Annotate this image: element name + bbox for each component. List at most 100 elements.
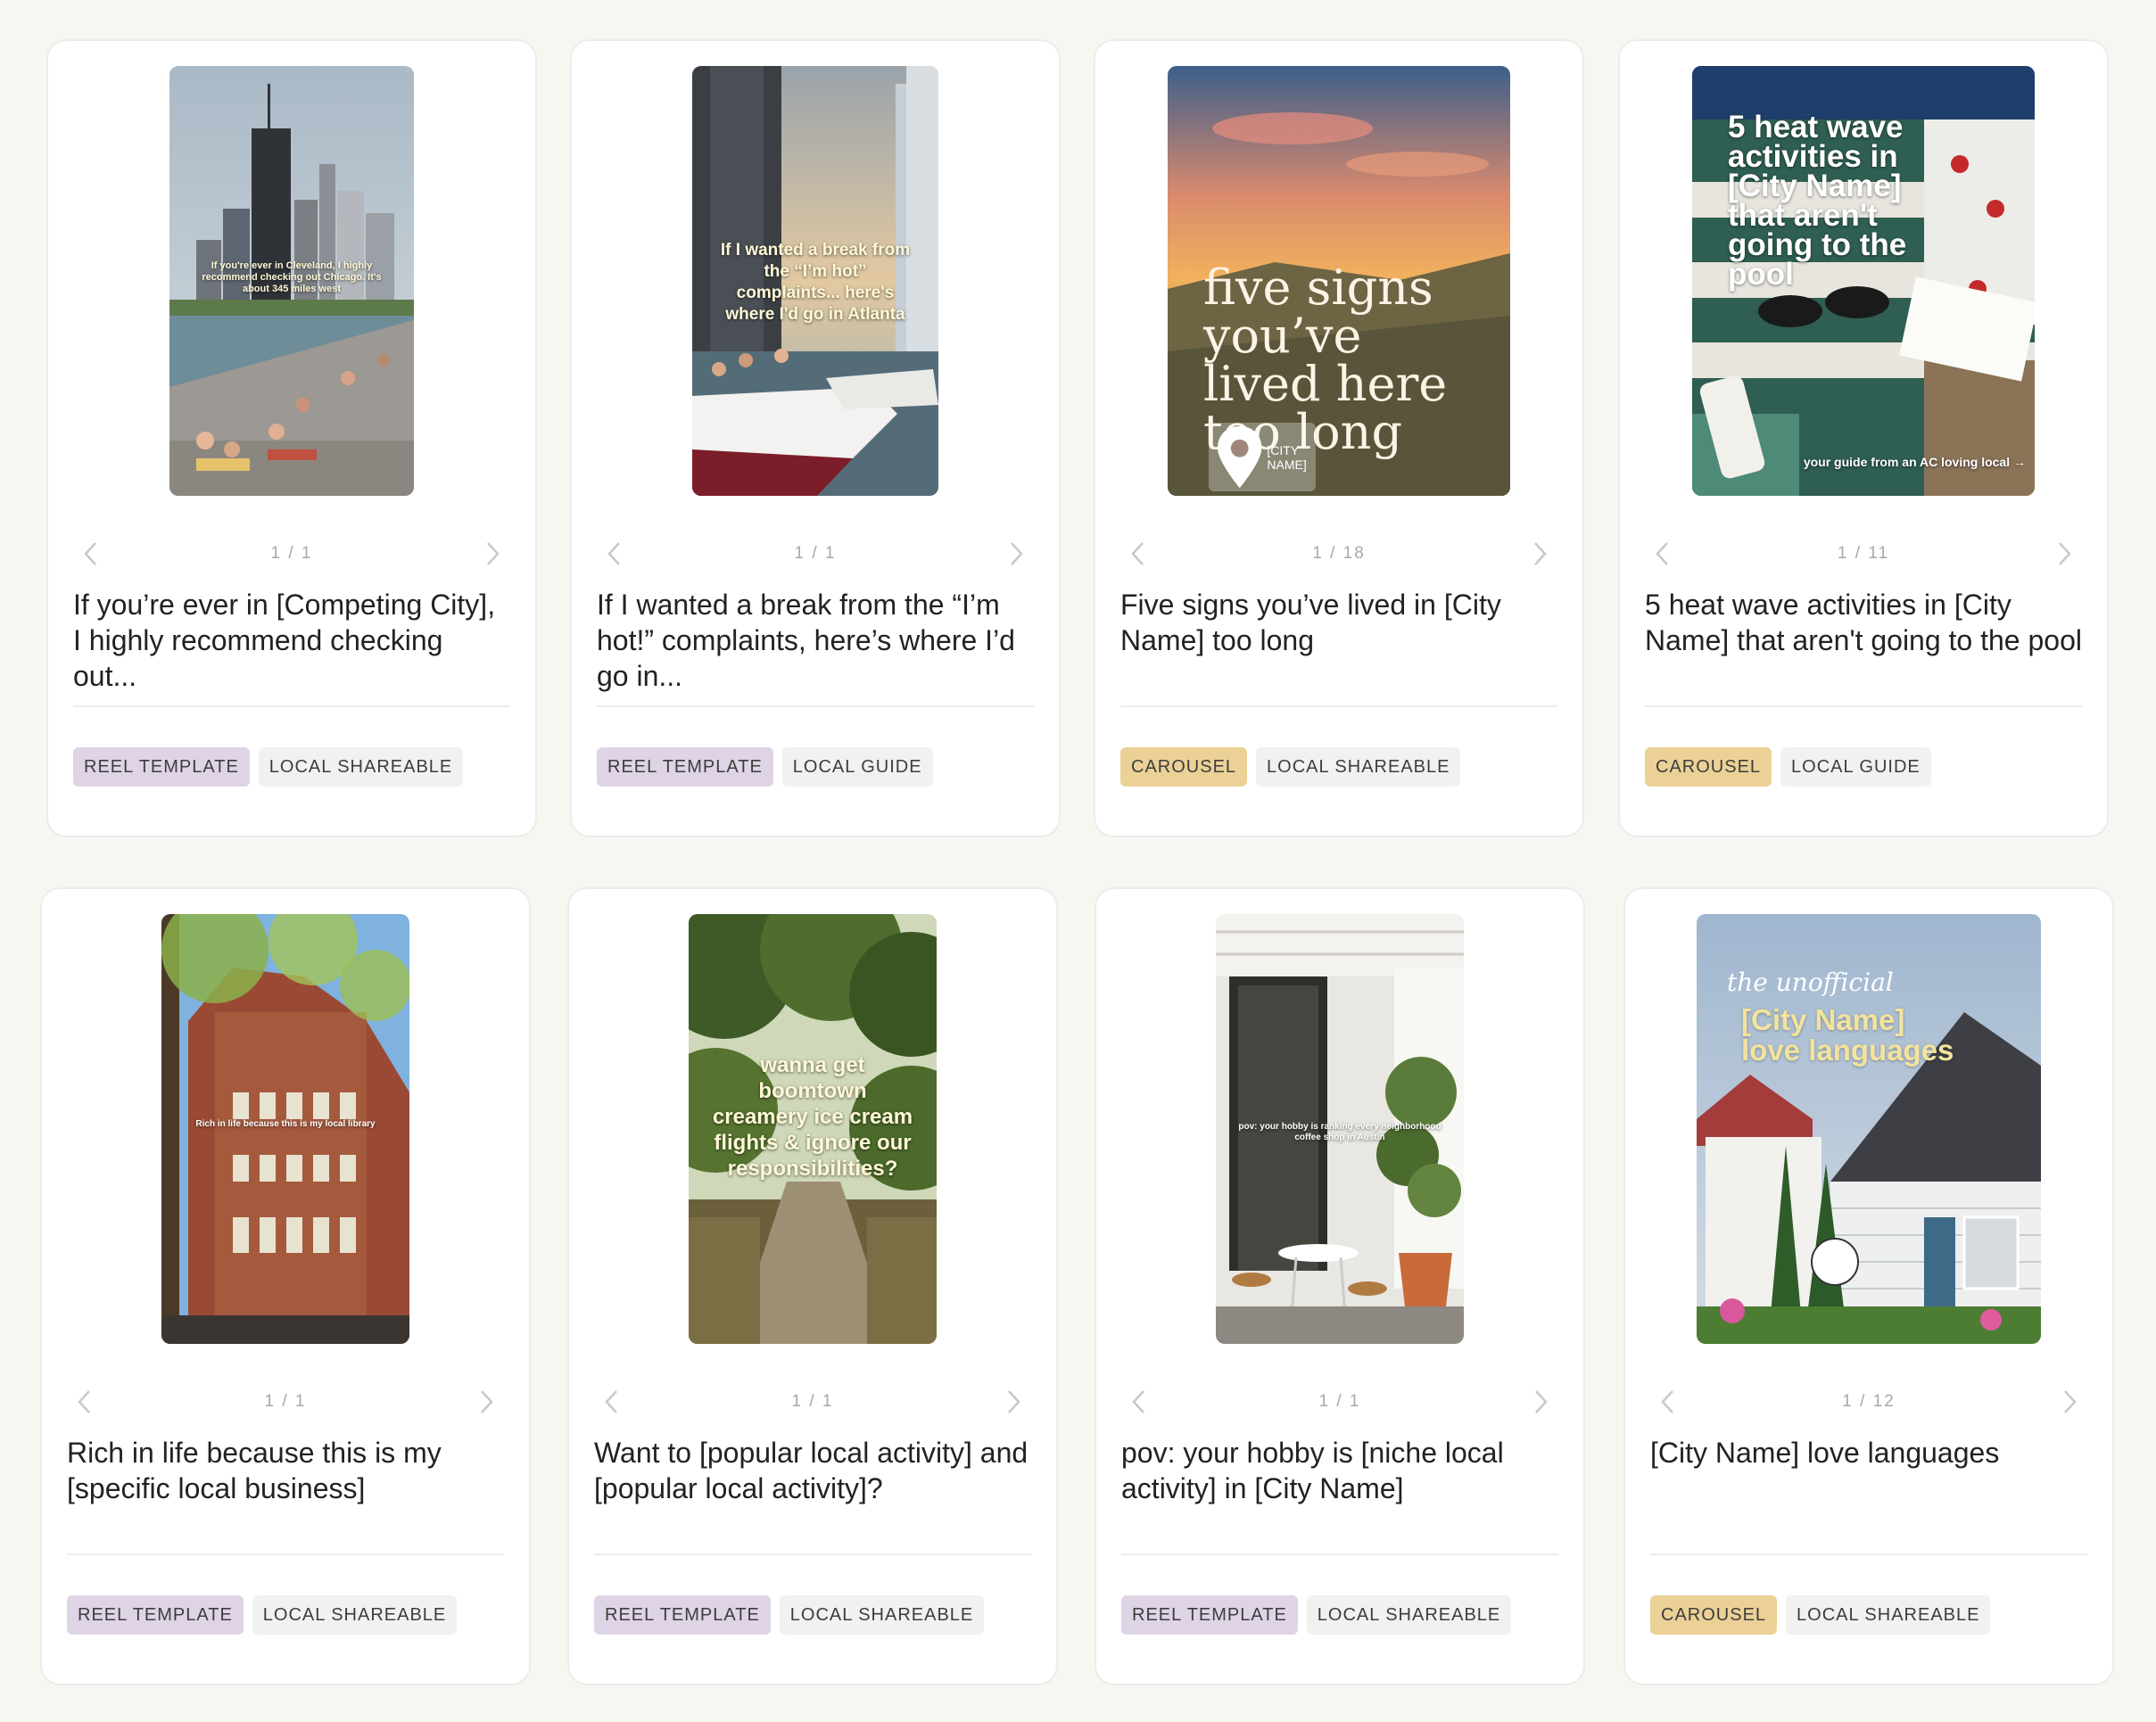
divider bbox=[67, 1553, 504, 1555]
chevron-right-icon[interactable] bbox=[475, 536, 510, 572]
category-tag[interactable]: LOCAL GUIDE bbox=[781, 747, 933, 787]
tag-list: REEL TEMPLATE LOCAL SHAREABLE bbox=[67, 1595, 458, 1635]
page-indicator: 1 / 1 bbox=[264, 1392, 307, 1411]
type-tag[interactable]: REEL TEMPLATE bbox=[597, 747, 773, 787]
card-title[interactable]: 5 heat wave activities in [City Name] th… bbox=[1645, 587, 2082, 658]
chevron-right-icon[interactable] bbox=[468, 1384, 504, 1420]
card-title[interactable]: Want to [popular local activity] and [po… bbox=[594, 1435, 1031, 1506]
chevron-left-icon[interactable] bbox=[73, 536, 109, 572]
overlay-caption: pov: your hobby is ranking every neighbo… bbox=[1238, 1122, 1441, 1142]
card-title[interactable]: If you’re ever in [Competing City], I hi… bbox=[73, 587, 510, 694]
tag-list: CAROUSEL LOCAL SHAREABLE bbox=[1120, 747, 1461, 787]
chevron-left-icon[interactable] bbox=[1121, 1384, 1157, 1420]
category-tag[interactable]: LOCAL SHAREABLE bbox=[1306, 1595, 1512, 1635]
carousel-pager: 1 / 1 bbox=[569, 1384, 1056, 1420]
type-tag[interactable]: CAROUSEL bbox=[1645, 747, 1772, 787]
chevron-left-icon[interactable] bbox=[594, 1384, 630, 1420]
chevron-left-icon[interactable] bbox=[1650, 1384, 1686, 1420]
type-tag[interactable]: CAROUSEL bbox=[1120, 747, 1248, 787]
chevron-right-icon[interactable] bbox=[1523, 1384, 1558, 1420]
template-preview-image[interactable]: If you're ever in Cleveland, I highly re… bbox=[169, 66, 414, 496]
tag-list: CAROUSEL LOCAL GUIDE bbox=[1645, 747, 1931, 787]
category-tag[interactable]: LOCAL SHAREABLE bbox=[779, 1595, 985, 1635]
card-title[interactable]: pov: your hobby is [niche local activity… bbox=[1121, 1435, 1558, 1506]
category-tag[interactable]: LOCAL GUIDE bbox=[1780, 747, 1931, 787]
template-card[interactable]: Rich in life because this is my local li… bbox=[40, 887, 531, 1685]
page-indicator: 1 / 1 bbox=[794, 544, 837, 563]
page-indicator: 1 / 1 bbox=[270, 544, 313, 563]
page-indicator: 1 / 1 bbox=[1318, 1392, 1361, 1411]
divider bbox=[1650, 1553, 2087, 1555]
overlay-caption: If I wanted a break from the “I’m hot” c… bbox=[720, 241, 911, 324]
template-card[interactable]: five signs you’ve lived here too long [C… bbox=[1094, 39, 1584, 837]
template-preview-image[interactable]: Rich in life because this is my local li… bbox=[161, 914, 409, 1344]
template-card[interactable]: pov: your hobby is ranking every neighbo… bbox=[1095, 887, 1585, 1685]
template-card[interactable]: wanna get boomtown creamery ice cream fl… bbox=[567, 887, 1058, 1685]
card-title[interactable]: If I wanted a break from the “I’m hot!” … bbox=[597, 587, 1034, 694]
type-tag[interactable]: REEL TEMPLATE bbox=[73, 747, 250, 787]
overlay-caption: Rich in life because this is my local li… bbox=[195, 1119, 376, 1129]
location-pin-icon bbox=[1218, 426, 1262, 489]
tag-list: REEL TEMPLATE LOCAL SHAREABLE bbox=[73, 747, 464, 787]
page-indicator: 1 / 1 bbox=[791, 1392, 834, 1411]
location-chip: [CITY NAME] bbox=[1209, 423, 1316, 492]
template-preview-image[interactable]: five signs you’ve lived here too long [C… bbox=[1168, 66, 1510, 496]
carousel-pager: 1 / 11 bbox=[1620, 536, 2107, 572]
chevron-right-icon[interactable] bbox=[998, 536, 1034, 572]
overlay-script: the unofficial bbox=[1727, 968, 1894, 997]
template-preview-image[interactable]: wanna get boomtown creamery ice cream fl… bbox=[689, 914, 937, 1344]
overlay-headline: [City Name] love languages bbox=[1741, 1003, 1954, 1067]
chevron-left-icon[interactable] bbox=[67, 1384, 103, 1420]
chevron-left-icon[interactable] bbox=[1120, 536, 1156, 572]
page-indicator: 1 / 12 bbox=[1842, 1392, 1896, 1411]
template-card[interactable]: If I wanted a break from the “I’m hot” c… bbox=[570, 39, 1061, 837]
carousel-pager: 1 / 12 bbox=[1625, 1384, 2112, 1420]
type-tag[interactable]: REEL TEMPLATE bbox=[594, 1595, 771, 1635]
divider bbox=[1120, 705, 1557, 707]
chevron-left-icon[interactable] bbox=[597, 536, 632, 572]
divider bbox=[597, 705, 1034, 707]
chevron-right-icon[interactable] bbox=[2052, 1384, 2087, 1420]
chevron-right-icon[interactable] bbox=[2046, 536, 2082, 572]
category-tag[interactable]: LOCAL SHAREABLE bbox=[1256, 747, 1461, 787]
carousel-pager: 1 / 1 bbox=[48, 536, 535, 572]
chevron-left-icon[interactable] bbox=[1645, 536, 1681, 572]
divider bbox=[1645, 705, 2082, 707]
category-tag[interactable]: LOCAL SHAREABLE bbox=[252, 1595, 458, 1635]
carousel-pager: 1 / 1 bbox=[42, 1384, 529, 1420]
card-title[interactable]: Rich in life because this is my [specifi… bbox=[67, 1435, 504, 1506]
template-preview-image[interactable]: If I wanted a break from the “I’m hot” c… bbox=[692, 66, 938, 496]
category-tag[interactable]: LOCAL SHAREABLE bbox=[258, 747, 464, 787]
template-card[interactable]: the unofficial [City Name] love language… bbox=[1623, 887, 2114, 1685]
page-indicator: 1 / 11 bbox=[1837, 544, 1890, 563]
overlay-caption: wanna get boomtown creamery ice cream fl… bbox=[712, 1053, 913, 1181]
template-preview-image[interactable]: 5 heat wave activities in [City Name] th… bbox=[1692, 66, 2035, 496]
type-tag[interactable]: REEL TEMPLATE bbox=[1121, 1595, 1298, 1635]
category-tag[interactable]: LOCAL SHAREABLE bbox=[1786, 1595, 1991, 1635]
divider bbox=[1121, 1553, 1558, 1555]
carousel-pager: 1 / 18 bbox=[1095, 536, 1582, 572]
type-tag[interactable]: CAROUSEL bbox=[1650, 1595, 1778, 1635]
card-title[interactable]: Five signs you’ve lived in [City Name] t… bbox=[1120, 587, 1557, 658]
type-tag[interactable]: REEL TEMPLATE bbox=[67, 1595, 244, 1635]
page-indicator: 1 / 18 bbox=[1312, 544, 1366, 563]
tag-list: REEL TEMPLATE LOCAL GUIDE bbox=[597, 747, 933, 787]
template-card[interactable]: 5 heat wave activities in [City Name] th… bbox=[1618, 39, 2109, 837]
carousel-pager: 1 / 1 bbox=[572, 536, 1059, 572]
divider bbox=[73, 705, 510, 707]
overlay-headline: 5 heat wave activities in [City Name] th… bbox=[1728, 110, 1907, 292]
tag-list: REEL TEMPLATE LOCAL SHAREABLE bbox=[594, 1595, 985, 1635]
location-chip-label: [CITY NAME] bbox=[1267, 442, 1307, 472]
carousel-pager: 1 / 1 bbox=[1096, 1384, 1583, 1420]
chevron-right-icon[interactable] bbox=[1522, 536, 1557, 572]
card-title[interactable]: [City Name] love languages bbox=[1650, 1435, 2087, 1471]
overlay-caption: If you're ever in Cleveland, I highly re… bbox=[202, 260, 382, 294]
chevron-right-icon[interactable] bbox=[995, 1384, 1031, 1420]
template-preview-image[interactable]: pov: your hobby is ranking every neighbo… bbox=[1216, 914, 1464, 1344]
tag-list: CAROUSEL LOCAL SHAREABLE bbox=[1650, 1595, 1991, 1635]
tag-list: REEL TEMPLATE LOCAL SHAREABLE bbox=[1121, 1595, 1512, 1635]
overlay-footer: your guide from an AC loving local → bbox=[1803, 455, 2026, 469]
divider bbox=[594, 1553, 1031, 1555]
template-preview-image[interactable]: the unofficial [City Name] love language… bbox=[1697, 914, 2041, 1344]
template-card[interactable]: If you're ever in Cleveland, I highly re… bbox=[46, 39, 537, 837]
